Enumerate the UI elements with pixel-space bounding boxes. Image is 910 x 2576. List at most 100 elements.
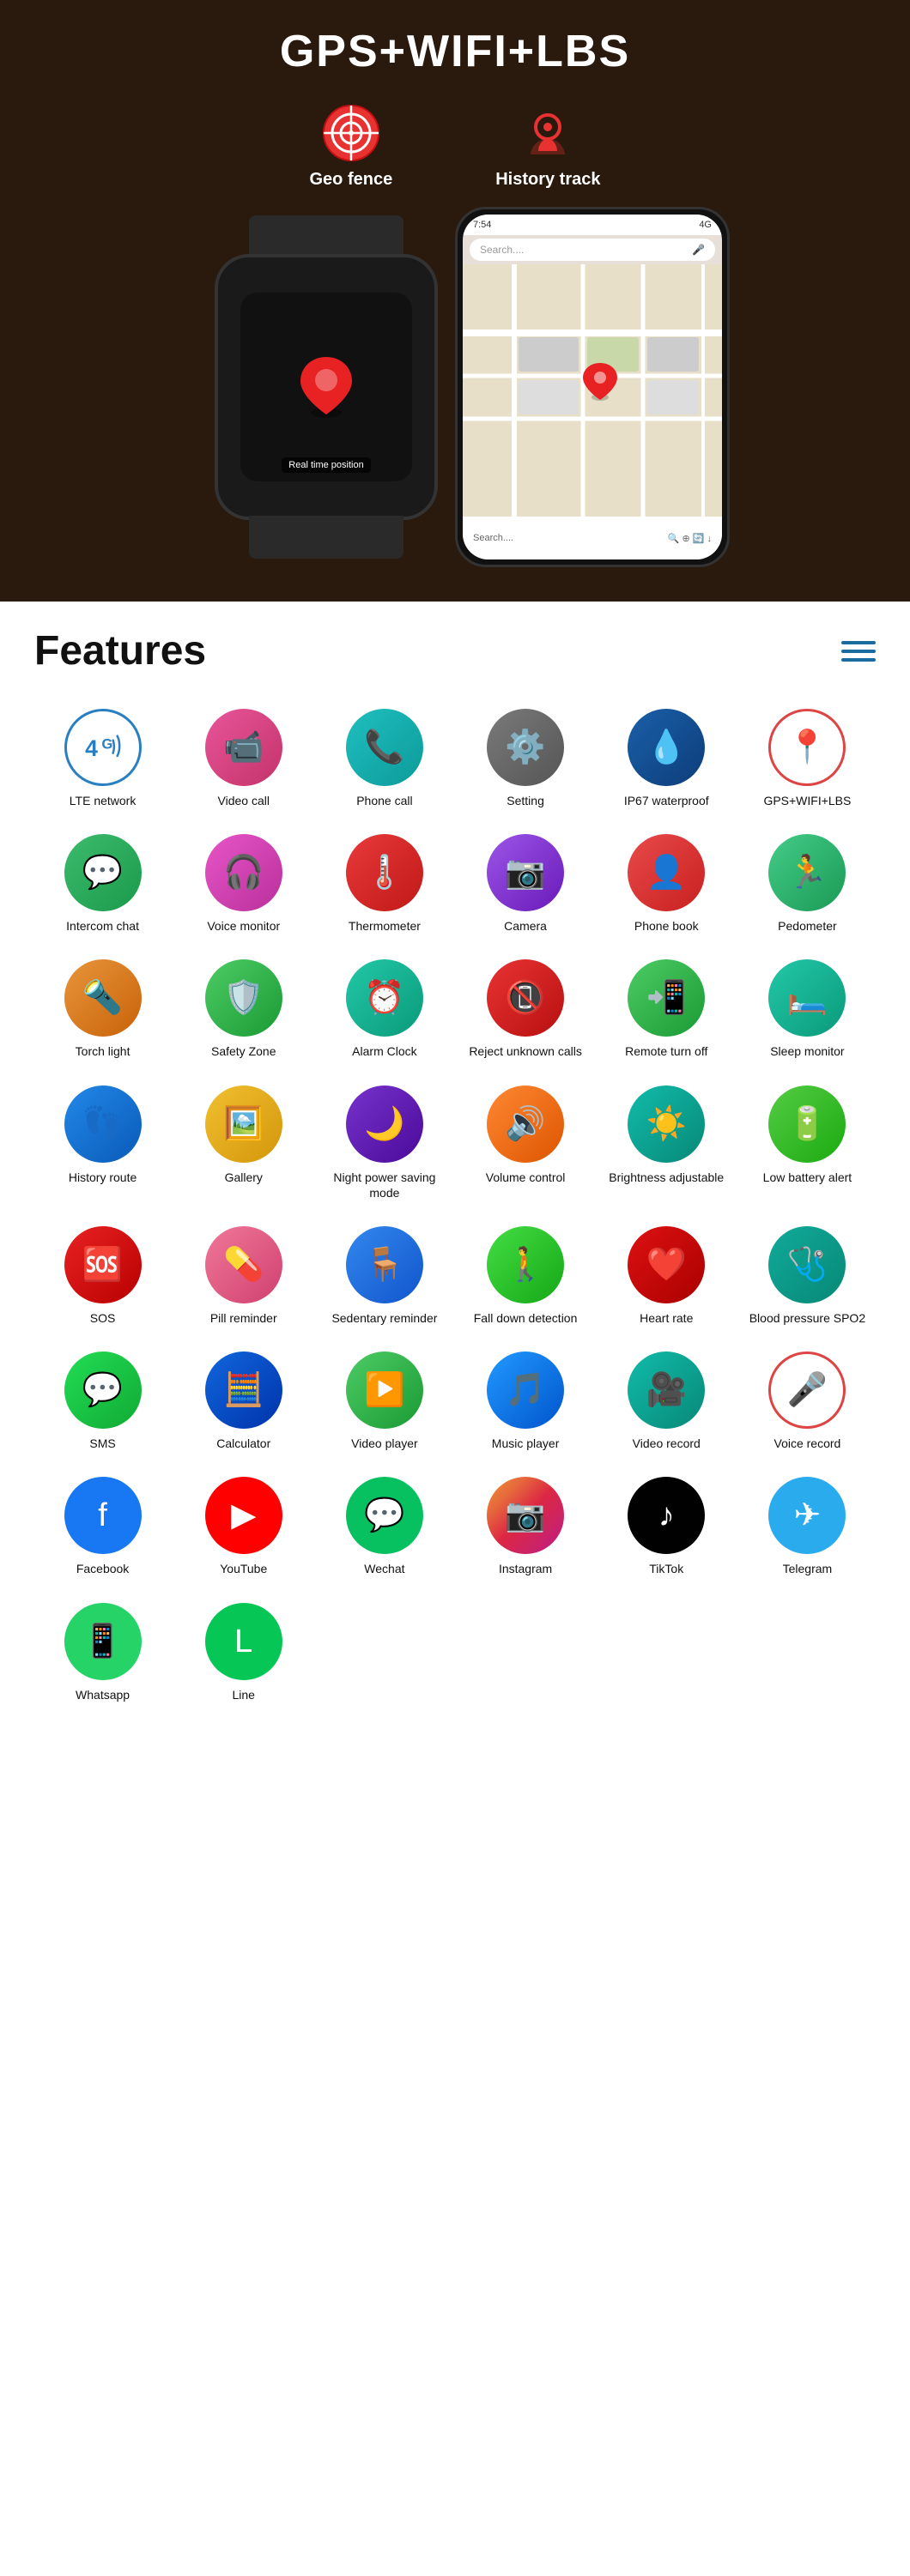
feature-item: 🛡️ Safety Zone	[175, 951, 312, 1067]
feature-icon-wrap: 📹	[205, 709, 282, 786]
feature-label: Fall down detection	[474, 1310, 578, 1326]
phone-search-bar: Search.... 🎤	[470, 239, 715, 261]
feature-label: GPS+WIFI+LBS	[763, 793, 851, 808]
feature-icon-emoji: 🎵	[505, 1374, 545, 1406]
feature-icon-wrap: ⚙️	[487, 709, 564, 786]
feature-icon-wrap: 📍	[768, 709, 846, 786]
feature-item: 💊Pill reminder	[175, 1218, 312, 1334]
feature-item: 📷Camera	[458, 825, 594, 942]
phone-time: 7:54	[473, 220, 491, 230]
map-pin-icon	[292, 353, 361, 421]
feature-label: Music player	[492, 1436, 560, 1451]
feature-label: YouTube	[220, 1561, 267, 1576]
feature-icon-wrap: 🚶	[487, 1226, 564, 1303]
feature-icon-wrap: 💬	[346, 1477, 423, 1554]
history-track-label: History track	[495, 170, 600, 190]
feature-item: 🔊 Volume control	[458, 1077, 594, 1209]
feature-icon-emoji: 📱	[82, 1625, 123, 1658]
feature-icon-emoji: 🎤	[787, 1374, 828, 1406]
feature-label: LTE network	[70, 793, 136, 808]
feature-item: fFacebook	[34, 1468, 171, 1585]
hamburger-menu-icon[interactable]	[841, 641, 876, 662]
features-title: Features	[34, 627, 206, 674]
feature-label: Volume control	[486, 1170, 566, 1185]
feature-label: SOS	[90, 1310, 116, 1326]
map-svg	[463, 264, 722, 517]
feature-label: Brightness adjustable	[609, 1170, 724, 1185]
feature-icon-emoji: 🛡️	[223, 982, 264, 1014]
feature-item: ⚙️Setting	[458, 700, 594, 817]
feature-icon-emoji: ⏰	[364, 982, 404, 1014]
watch-image: Real time position	[180, 215, 472, 559]
feature-icon-wrap: f	[64, 1477, 142, 1554]
feature-icon-emoji: 🌡️	[364, 856, 404, 889]
feature-icon-wrap: 🔦	[64, 959, 142, 1037]
feature-item: ❤️Heart rate	[598, 1218, 735, 1334]
feature-label: Camera	[504, 918, 547, 934]
feature-icon-emoji: 📵	[505, 982, 545, 1014]
feature-icon-emoji: 🧮	[223, 1374, 264, 1406]
feature-icon-emoji: 🏃	[787, 856, 828, 889]
feature-icon-emoji: 📍	[787, 731, 828, 764]
menu-line-3	[841, 658, 876, 662]
feature-icon-wrap: 🌡️	[346, 834, 423, 911]
feature-label: SMS	[89, 1436, 115, 1451]
search-bottom: Search....	[473, 533, 513, 543]
feature-icon-emoji: 🛏️	[787, 982, 828, 1014]
history-track-icon	[518, 103, 578, 163]
feature-icon-wrap: 📞	[346, 709, 423, 786]
feature-icon-wrap: 📲	[628, 959, 705, 1037]
feature-icon-emoji: 💬	[364, 1499, 404, 1532]
feature-icon-wrap: 💊	[205, 1226, 282, 1303]
search-text: Search....	[480, 244, 524, 256]
feature-icon-wrap: 4 G	[64, 709, 142, 786]
feature-icon-emoji: 🎥	[646, 1374, 687, 1406]
feature-icon-wrap: 🎵	[487, 1351, 564, 1429]
feature-label: Phone call	[356, 793, 412, 808]
4g-icon: 4 G	[82, 726, 124, 769]
feature-icon-emoji: L	[234, 1625, 252, 1658]
feature-item: 🪑Sedentary reminder	[316, 1218, 452, 1334]
feature-icon-wrap: 🛏️	[768, 959, 846, 1037]
phone-image: 7:54 4G Search.... 🎤	[455, 207, 730, 567]
feature-label: Video record	[633, 1436, 701, 1451]
feature-icon-emoji: f	[98, 1499, 107, 1532]
feature-icon-emoji: 🔊	[505, 1108, 545, 1140]
feature-icon-emoji: ❤️	[646, 1249, 687, 1281]
features-header: Features	[34, 627, 876, 674]
feature-icon-emoji: 👤	[646, 856, 687, 889]
feature-label: Calculator	[216, 1436, 270, 1451]
feature-icon-wrap: ♪	[628, 1477, 705, 1554]
geo-fence-icon	[321, 103, 381, 163]
phone-screen: 7:54 4G Search.... 🎤	[463, 215, 722, 559]
feature-label: Intercom chat	[66, 918, 139, 934]
feature-label: Safety Zone	[211, 1043, 276, 1059]
feature-icon-wrap: 🆘	[64, 1226, 142, 1303]
watch-band-top	[249, 215, 403, 258]
feature-label: Pedometer	[778, 918, 836, 934]
feature-icon-emoji: 🎧	[223, 856, 264, 889]
menu-line-2	[841, 650, 876, 653]
feature-label: Thermometer	[349, 918, 421, 934]
feature-label: Blood pressure SPO2	[749, 1310, 865, 1326]
watch-body: Real time position	[215, 254, 438, 520]
feature-item: 💬Wechat	[316, 1468, 452, 1585]
feature-icon-wrap: 📵	[487, 959, 564, 1037]
feature-item: 👣History route	[34, 1077, 171, 1209]
features-grid: 4 G LTE network📹Video call📞Phone call⚙️S…	[34, 700, 876, 1711]
feature-icon-emoji: 💬	[82, 856, 123, 889]
feature-item: 🔋Low battery alert	[739, 1077, 876, 1209]
feature-label: Night power saving mode	[320, 1170, 448, 1200]
feature-label: Sleep monitor	[770, 1043, 844, 1059]
feature-icon-wrap: 🎧	[205, 834, 282, 911]
feature-label: TikTok	[649, 1561, 683, 1576]
feature-item: 📞 Phone call	[316, 700, 452, 817]
feature-item: 📱Whatsapp	[34, 1594, 171, 1711]
feature-item: ▶️Video player	[316, 1343, 452, 1460]
feature-item: ♪ TikTok	[598, 1468, 735, 1585]
feature-icon-wrap: 🩺	[768, 1226, 846, 1303]
svg-text:G: G	[101, 736, 112, 753]
feature-icon-emoji: 💊	[223, 1249, 264, 1281]
feature-item: 👤Phone book	[598, 825, 735, 942]
feature-icon-emoji: ☀️	[646, 1108, 687, 1140]
